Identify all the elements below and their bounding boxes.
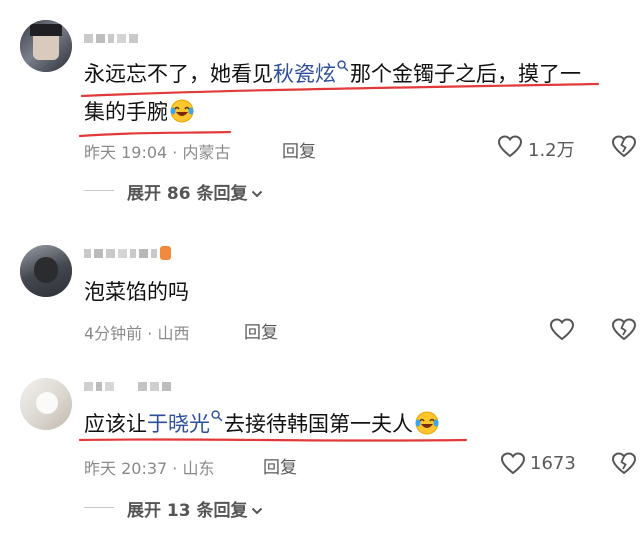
broken-heart-icon[interactable] [611, 452, 637, 476]
avatar[interactable] [20, 378, 72, 430]
chevron-down-icon [251, 190, 262, 198]
username-blurred [84, 31, 138, 45]
divider [84, 190, 114, 191]
broken-heart-icon[interactable] [611, 318, 637, 342]
heart-outline-icon[interactable] [549, 318, 575, 342]
username-blurred [84, 246, 171, 260]
avatar[interactable] [20, 20, 72, 72]
comment-meta: 昨天 20:37 · 山东 [84, 459, 215, 478]
chevron-down-icon [251, 507, 262, 515]
comment-meta: 昨天 19:04 · 内蒙古 [84, 143, 231, 162]
comment-meta: 4分钟前 · 山西 [84, 324, 190, 343]
heart-outline-icon[interactable] [497, 135, 523, 159]
username-blurred [84, 379, 171, 393]
search-icon [211, 410, 223, 422]
reply-button[interactable]: 回复 [282, 137, 316, 162]
reply-button[interactable]: 回复 [244, 318, 278, 343]
heart-outline-icon[interactable] [500, 452, 526, 476]
annotation-underline [78, 438, 468, 442]
like-count: 1.2万 [528, 140, 575, 161]
divider [84, 507, 114, 508]
comment-text: 泡菜馅的吗 [84, 280, 189, 304]
reply-button[interactable]: 回复 [263, 453, 297, 478]
search-icon [337, 60, 349, 72]
like-count: 1673 [530, 453, 576, 474]
broken-heart-icon[interactable] [611, 135, 637, 159]
expand-replies-button[interactable]: 展开 86 条回复 [127, 179, 263, 204]
avatar[interactable] [20, 245, 72, 297]
expand-replies-button[interactable]: 展开 13 条回复 [127, 496, 263, 521]
